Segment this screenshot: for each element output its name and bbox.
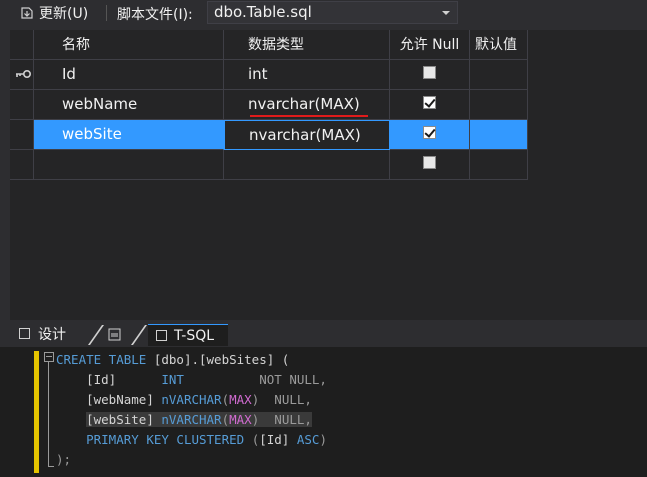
row-selector[interactable] [10, 120, 34, 150]
header-name[interactable]: 名称 [34, 30, 224, 60]
column-name-cell[interactable]: Id [34, 60, 224, 90]
data-type-cell[interactable] [224, 150, 390, 180]
script-file-dropdown[interactable]: dbo.Table.sql [207, 1, 458, 24]
designer-toolbar: 更新(U) 脚本文件(I): dbo.Table.sql [0, 0, 647, 28]
data-type-cell[interactable]: int [224, 60, 390, 90]
code-column: [Id] [86, 372, 117, 387]
header-data-type[interactable]: 数据类型 [224, 30, 390, 60]
code-column: [Id] [259, 432, 290, 447]
script-file-label: 脚本文件(I): [117, 7, 193, 23]
code-function: MAX [229, 412, 252, 427]
default-value-cell[interactable] [470, 60, 528, 90]
table-row-selected[interactable]: webSite nvarchar(MAX) [10, 120, 647, 150]
table-row-new[interactable] [10, 150, 647, 180]
code-null: NULL, [274, 412, 312, 427]
allow-null-checkbox[interactable] [423, 156, 436, 169]
allow-null-cell[interactable] [390, 150, 470, 180]
row-selector[interactable] [10, 90, 34, 120]
fold-guide [48, 362, 49, 467]
tab-tsql[interactable]: T-SQL [148, 324, 228, 346]
error-squiggle [250, 115, 368, 117]
toolbar-separator [106, 5, 107, 21]
table-row[interactable]: Id int [10, 60, 647, 90]
code-text: ); [56, 452, 72, 467]
row-selector[interactable] [10, 60, 34, 90]
update-button[interactable]: 更新(U) [19, 2, 88, 24]
default-value-cell[interactable] [470, 120, 528, 150]
columns-grid: 名称 数据类型 允许 Null 默认值 Id int webName nvarc… [10, 30, 647, 320]
code-null: NOT NULL, [259, 372, 327, 387]
allow-null-cell[interactable] [390, 90, 470, 120]
column-name-cell[interactable]: webName [34, 90, 224, 120]
code-keyword: PRIMARY KEY CLUSTERED [86, 432, 245, 447]
change-marker [34, 351, 39, 473]
column-name-cell[interactable]: webSite [34, 120, 224, 150]
grid-empty-area [528, 30, 647, 60]
data-type-cell[interactable]: nvarchar(MAX) [224, 90, 390, 120]
header-selector-cell[interactable] [10, 30, 34, 60]
code-text: [dbo].[webSites] ( [146, 352, 290, 367]
design-icon [19, 328, 30, 339]
tab-swap-panes[interactable] [104, 324, 134, 346]
update-icon [21, 7, 33, 19]
data-type-cell[interactable]: nvarchar(MAX) [224, 120, 390, 150]
default-value-cell[interactable] [470, 90, 528, 120]
swap-panes-icon [108, 328, 121, 341]
code-null: NULL, [274, 392, 312, 407]
code-type: nVARCHAR [161, 412, 222, 427]
pane-tab-bar: 设计 T-SQL [0, 322, 647, 347]
allow-null-checkbox[interactable] [423, 66, 436, 79]
code-keyword: CREATE TABLE [56, 352, 147, 367]
data-type-text: nvarchar(MAX) [248, 95, 360, 113]
tsql-icon [156, 330, 167, 341]
default-value-cell[interactable] [470, 150, 528, 180]
code-column: [webSite] [86, 412, 154, 427]
allow-null-checkbox[interactable] [423, 126, 436, 139]
header-allow-null[interactable]: 允许 Null [390, 30, 470, 60]
tab-design-label: 设计 [38, 327, 66, 343]
table-row[interactable]: webName nvarchar(MAX) [10, 90, 647, 120]
code-keyword: ASC [296, 432, 320, 447]
tab-design[interactable]: 设计 [16, 324, 66, 346]
code-type: INT [161, 372, 184, 387]
primary-key-icon [16, 69, 32, 79]
collapse-icon[interactable] [44, 352, 54, 362]
code-function: MAX [229, 392, 252, 407]
tab-divider [87, 325, 105, 345]
row-selector[interactable] [10, 150, 34, 180]
allow-null-checkbox[interactable] [423, 96, 436, 109]
fold-guide-end [48, 466, 54, 467]
code-type: nVARCHAR [161, 392, 222, 407]
header-default[interactable]: 默认值 [470, 30, 528, 60]
script-file-value: dbo.Table.sql [214, 3, 312, 21]
grid-header-row: 名称 数据类型 允许 Null 默认值 [10, 30, 647, 60]
column-name-cell[interactable] [34, 150, 224, 180]
code-column: [webName] [86, 392, 154, 407]
chevron-down-icon[interactable] [442, 11, 450, 15]
tab-tsql-label: T-SQL [174, 328, 215, 344]
update-label: 更新(U) [39, 6, 89, 22]
allow-null-cell[interactable] [390, 60, 470, 90]
allow-null-cell[interactable] [390, 120, 470, 150]
tsql-editor[interactable]: CREATE TABLE [dbo].[webSites] ( [Id] INT… [0, 347, 647, 477]
code-block[interactable]: CREATE TABLE [dbo].[webSites] ( [Id] INT… [56, 350, 327, 470]
